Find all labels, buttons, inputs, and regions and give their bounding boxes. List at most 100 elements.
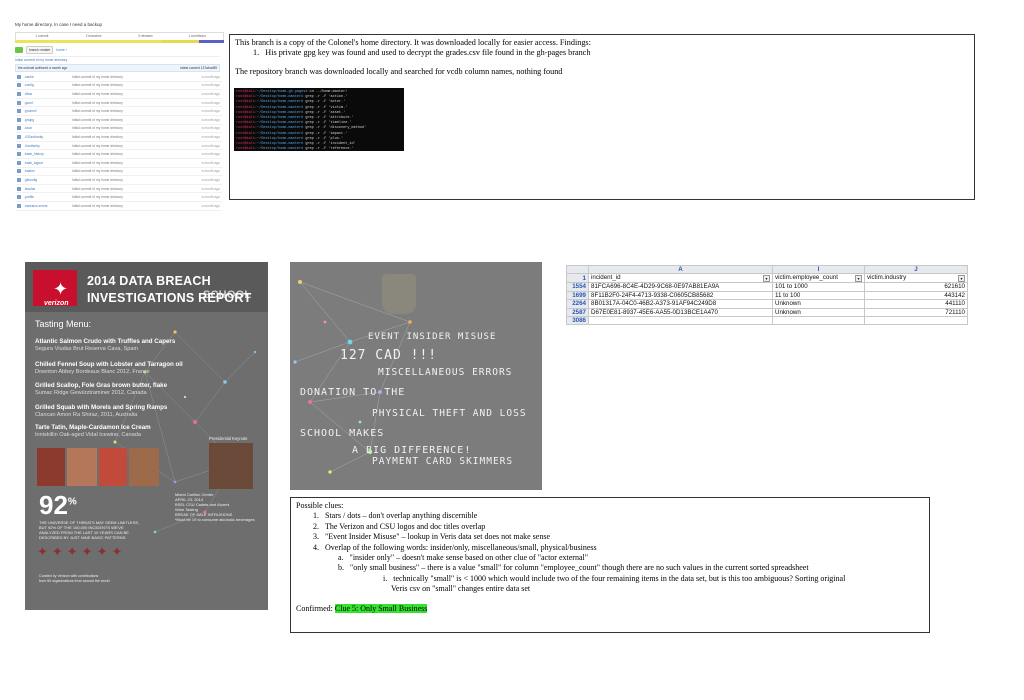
filter-dropdown-icon[interactable]: ▾ [855, 275, 862, 282]
contributors-stat[interactable]: 1 contributor [171, 33, 223, 40]
column-letter-j[interactable]: J [864, 264, 968, 275]
file-row[interactable]: .gnome2 Initial commit of my home directo… [15, 107, 222, 116]
file-commit-message[interactable]: Initial commit of my home directory [72, 83, 196, 87]
file-name[interactable]: .gnupg [24, 118, 72, 122]
file-row[interactable]: .gnupg Initial commit of my home director… [15, 116, 222, 125]
file-name[interactable]: .ICEauthority [24, 135, 72, 139]
folder-icon [17, 100, 21, 105]
maple-leaf-row-icon: ✦✦✦✦✦✦ [37, 544, 127, 559]
file-name[interactable]: .bash_history [24, 152, 72, 156]
file-commit-message[interactable]: Initial commit of my home directory [72, 144, 196, 148]
row-number[interactable]: 1554 [566, 282, 589, 292]
file-name[interactable]: .profile [24, 195, 72, 199]
cell-industry[interactable]: 441110 [864, 299, 968, 309]
cell-industry[interactable]: 721110 [864, 307, 968, 318]
file-name[interactable]: .config [24, 83, 72, 87]
releases-stat[interactable]: 0 releases [120, 33, 172, 40]
folder-icon [17, 152, 21, 157]
file-name[interactable]: .local [24, 126, 72, 130]
file-commit-message[interactable]: Initial commit of my home directory [72, 126, 196, 130]
cell-incident-id[interactable]: 8F11B2F0-24F4-4713-9338-C0605CB85682 [588, 290, 773, 301]
cell-industry[interactable]: 443142 [864, 290, 968, 301]
file-row[interactable]: .gitconfig Initial commit of my home dire… [15, 176, 222, 185]
folder-icon [17, 117, 21, 122]
file-name[interactable]: .xsession-errors [24, 204, 72, 208]
file-name[interactable]: .Xauthority [24, 144, 72, 148]
clue-3: 3. "Event Insider Misuse" – lookup in Ve… [313, 532, 551, 542]
file-commit-message[interactable]: Initial commit of my home directory [72, 135, 196, 139]
file-row[interactable]: .profile Initial commit of my home direct… [15, 193, 222, 202]
branches-stat[interactable]: 2 branches [68, 33, 120, 40]
file-name[interactable]: .lesshst [24, 187, 72, 191]
file-name[interactable]: .gitconfig [24, 178, 72, 182]
cell-employee-count[interactable]: Unknown [772, 299, 865, 309]
cell-employee-count[interactable]: 11 to 100 [772, 290, 865, 301]
branch-select[interactable]: branch: master [26, 46, 54, 54]
commits-stat[interactable]: 1 commit [16, 33, 68, 40]
file-name[interactable]: .gconf [24, 101, 72, 105]
file-row[interactable]: .Xauthority Initial commit of my home dir… [15, 142, 222, 151]
row-number[interactable]: 2264 [566, 299, 589, 309]
corner-cell[interactable] [566, 264, 589, 275]
cell-employee-count[interactable]: Unknown [772, 307, 865, 318]
header-industry[interactable]: victim.industry ▾ [864, 273, 968, 284]
file-row[interactable]: .local Initial commit of my home director… [15, 125, 222, 134]
file-row[interactable]: .cache Initial commit of my home director… [15, 73, 222, 82]
cell-industry[interactable]: 621610 [864, 282, 968, 292]
cell-incident-id[interactable]: D67E0E81-8937-45E6-AA55-0D13BCE1A470 [588, 307, 773, 318]
file-row[interactable]: .config Initial commit of my home directo… [15, 82, 222, 91]
file-commit-message[interactable]: Initial commit of my home directory [72, 152, 196, 156]
file-name[interactable]: .dbus [24, 92, 72, 96]
file-name[interactable]: .gnome2 [24, 109, 72, 113]
cell-incident-id[interactable] [588, 316, 773, 326]
commit-author[interactable]: the-colonel authored a month ago [18, 66, 67, 70]
file-name[interactable]: .bashrc [24, 169, 72, 173]
header-incident-id[interactable]: incident_id ▾ [588, 273, 773, 284]
cell-industry[interactable] [864, 316, 968, 326]
cell-incident-id[interactable]: 8B01317A-04C0-46B2-A373-91AF94C249D8 [588, 299, 773, 309]
column-letter-i[interactable]: I [772, 264, 865, 275]
file-commit-message[interactable]: Initial commit of my home directory [72, 161, 196, 165]
file-commit-message[interactable]: Initial commit of my home directory [72, 178, 196, 182]
file-commit-message[interactable]: Initial commit of my home directory [72, 187, 196, 191]
commit-hash[interactable]: latest commit 137abcd89 [180, 66, 217, 70]
file-commit-message[interactable]: Initial commit of my home directory [72, 75, 196, 79]
row-number[interactable]: 2587 [566, 307, 589, 318]
row-number[interactable]: 1699 [566, 290, 589, 301]
cell-employee-count[interactable] [772, 316, 865, 326]
cell-incident-id[interactable]: 81FCA696-8C4E-4D29-9C68-0E97AB81EA9A [588, 282, 773, 292]
file-row[interactable]: .bash_history Initial commit of my home d… [15, 150, 222, 159]
column-letter-a[interactable]: A [588, 264, 773, 275]
file-commit-message[interactable]: Initial commit of my home directory [72, 195, 196, 199]
file-age: a month ago [201, 143, 220, 148]
cell-employee-count[interactable]: 101 to 1000 [772, 282, 865, 292]
file-commit-message[interactable]: Initial commit of my home directory [72, 109, 196, 113]
keynote-label: Presidential Keynote [209, 436, 248, 441]
table-row: 2587 D67E0E81-8937-45E6-AA55-0D13BCE1A470… [566, 307, 968, 318]
file-row[interactable]: .bash_logout Initial commit of my home di… [15, 159, 222, 168]
branch-path[interactable]: home / [56, 48, 66, 52]
file-row[interactable]: .xsession-errors Initial commit of my hom… [15, 202, 222, 211]
filter-dropdown-icon[interactable]: ▾ [763, 275, 770, 282]
file-row[interactable]: .lesshst Initial commit of my home direct… [15, 185, 222, 194]
compare-button[interactable] [15, 47, 23, 53]
filter-dropdown-icon[interactable]: ▾ [958, 275, 965, 282]
row-number[interactable]: 3086 [566, 316, 589, 326]
file-row[interactable]: .gconf Initial commit of my home director… [15, 99, 222, 108]
file-name[interactable]: .cache [24, 75, 72, 79]
file-age: a month ago [201, 126, 220, 131]
file-commit-message[interactable]: Initial commit of my home directory [72, 118, 196, 122]
file-name[interactable]: .bash_logout [24, 161, 72, 165]
dish-name: Tarte Tatin, Maple-Cardamon Ice Cream [35, 424, 151, 431]
file-row[interactable]: .dbus Initial commit of my home directory… [15, 90, 222, 99]
file-row[interactable]: .bashrc Initial commit of my home directo… [15, 168, 222, 177]
file-row[interactable]: .ICEauthority Initial commit of my home d… [15, 133, 222, 142]
file-commit-message[interactable]: Initial commit of my home directory [72, 92, 196, 96]
file-commit-message[interactable]: Initial commit of my home directory [72, 169, 196, 173]
row-number[interactable]: 1 [566, 273, 589, 284]
folder-icon [17, 91, 21, 96]
header-employee-count[interactable]: victim.employee_count ▾ [772, 273, 865, 284]
file-commit-message[interactable]: Initial commit of my home directory [72, 101, 196, 105]
table-row: 3086 [566, 316, 968, 326]
file-commit-message[interactable]: Initial commit of my home directory [72, 204, 196, 208]
